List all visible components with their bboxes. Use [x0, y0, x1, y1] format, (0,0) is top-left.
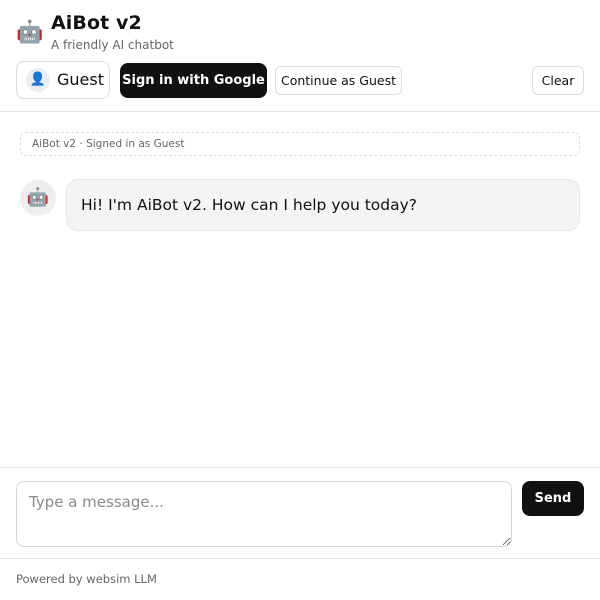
user-name: Guest: [57, 70, 104, 89]
send-button[interactable]: Send: [522, 481, 584, 516]
app-subtitle: A friendly AI chatbot: [51, 38, 174, 52]
clear-button[interactable]: Clear: [532, 66, 584, 95]
message-input[interactable]: [16, 481, 512, 547]
continue-as-guest-button[interactable]: Continue as Guest: [275, 66, 402, 95]
user-icon: 👤: [26, 68, 50, 92]
system-note: AiBot v2 · Signed in as Guest: [20, 132, 580, 156]
app-header: 🤖 AiBot v2 A friendly AI chatbot 👤 Guest…: [0, 0, 600, 112]
bot-message-bubble: Hi! I'm AiBot v2. How can I help you tod…: [66, 179, 580, 231]
sign-in-google-button[interactable]: Sign in with Google: [120, 63, 267, 98]
user-chip: 👤 Guest: [16, 61, 110, 99]
message-composer: Send: [0, 467, 600, 559]
robot-icon: 🤖: [20, 180, 56, 216]
app-title: AiBot v2: [51, 12, 142, 34]
footer-text: Powered by websim LLM: [16, 572, 157, 586]
robot-icon: 🤖: [16, 20, 44, 45]
